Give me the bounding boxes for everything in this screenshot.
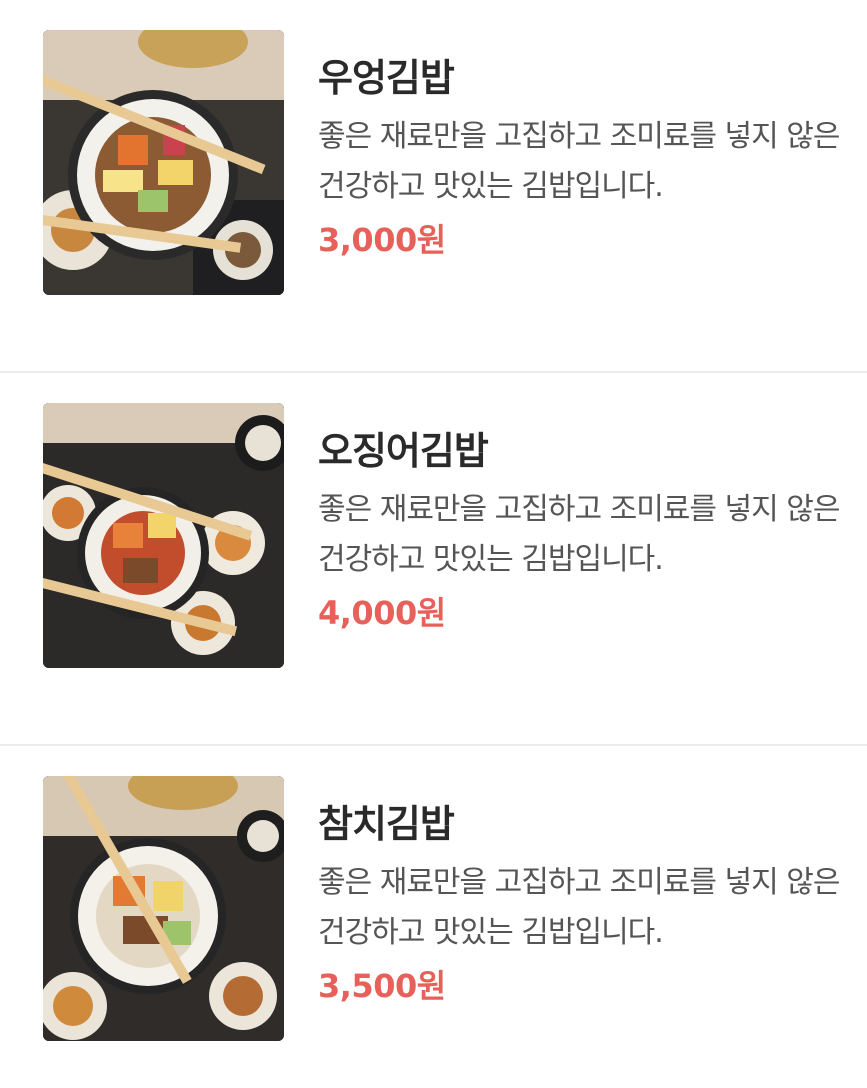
- menu-item-name: 오징어김밥: [318, 429, 489, 473]
- kimbap-photo: [43, 776, 284, 1041]
- menu-item-price: 3,000원: [318, 221, 446, 259]
- menu-item-price: 3,500원: [318, 967, 446, 1005]
- menu-item-description: 좋은 재료만을 고집하고 조미료를 넣지 않은 건강하고 맛있는 김밥입니다.: [318, 119, 840, 204]
- menu-item-burdock-kimbap[interactable]: 우엉김밥 좋은 재료만을 고집하고 조미료를 넣지 않은 건강하고 맛있는 김밥…: [0, 0, 867, 371]
- kimbap-photo: [43, 403, 284, 668]
- menu-list: 우엉김밥 좋은 재료만을 고집하고 조미료를 넣지 않은 건강하고 맛있는 김밥…: [0, 0, 867, 1088]
- menu-item-info: 우엉김밥 좋은 재료만을 고집하고 조미료를 넣지 않은 건강하고 맛있는 김밥…: [318, 52, 848, 265]
- menu-item-info: 오징어김밥 좋은 재료만을 고집하고 조미료를 넣지 않은 건강하고 맛있는 김…: [318, 425, 848, 638]
- menu-item-description: 좋은 재료만을 고집하고 조미료를 넣지 않은 건강하고 맛있는 김밥입니다.: [318, 492, 840, 577]
- menu-item-description: 좋은 재료만을 고집하고 조미료를 넣지 않은 건강하고 맛있는 김밥입니다.: [318, 865, 840, 950]
- menu-item-name: 우엉김밥: [318, 56, 455, 100]
- menu-item-tuna-kimbap[interactable]: 참치김밥 좋은 재료만을 고집하고 조미료를 넣지 않은 건강하고 맛있는 김밥…: [0, 746, 867, 1088]
- menu-item-squid-kimbap[interactable]: 오징어김밥 좋은 재료만을 고집하고 조미료를 넣지 않은 건강하고 맛있는 김…: [0, 373, 867, 744]
- menu-item-name: 참치김밥: [318, 802, 455, 846]
- kimbap-photo: [43, 30, 284, 295]
- menu-item-info: 참치김밥 좋은 재료만을 고집하고 조미료를 넣지 않은 건강하고 맛있는 김밥…: [318, 798, 848, 1011]
- menu-item-price: 4,000원: [318, 594, 446, 632]
